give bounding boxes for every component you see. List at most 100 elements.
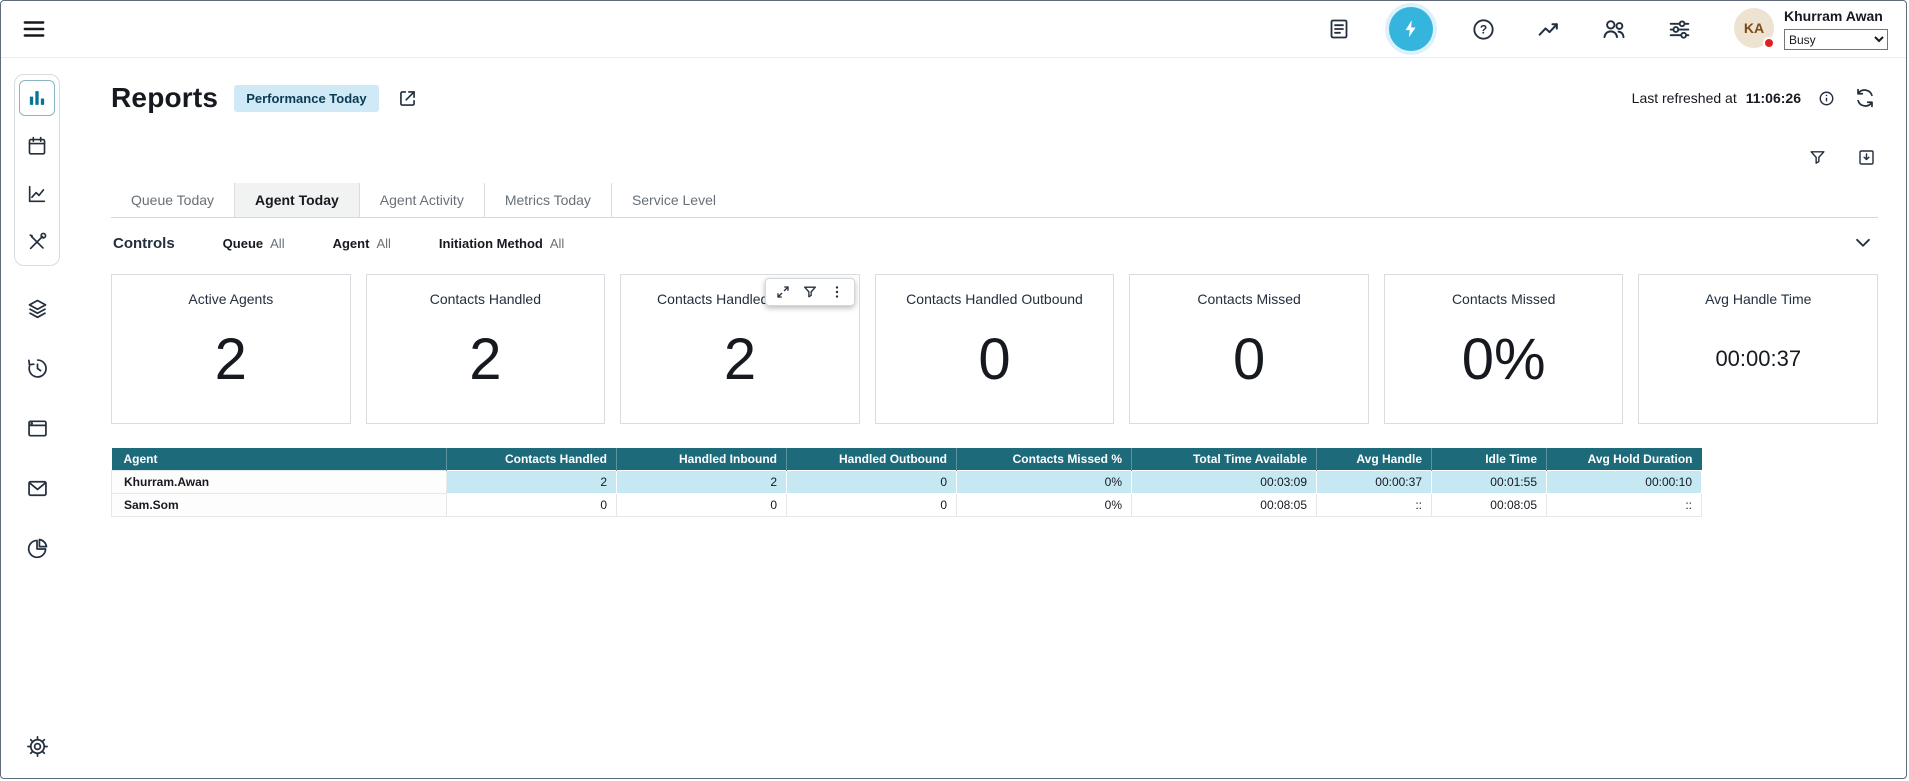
sidebar-item-reports[interactable] — [19, 80, 55, 116]
users-icon — [1601, 16, 1627, 42]
column-header-avg-hold-duration[interactable]: Avg Hold Duration — [1547, 448, 1702, 471]
kpi-value: 0 — [978, 307, 1010, 423]
directory-button[interactable] — [1599, 14, 1629, 44]
metrics-button[interactable] — [1534, 15, 1563, 44]
gear-icon — [26, 735, 49, 758]
column-header-idle-time[interactable]: Idle Time — [1432, 448, 1547, 471]
tab-agent-activity[interactable]: Agent Activity — [360, 183, 485, 217]
filter-value: All — [376, 236, 390, 251]
filter-value: All — [550, 236, 564, 251]
filter-queue[interactable]: Queue All — [223, 236, 285, 251]
kpi-label: Contacts Missed — [1189, 291, 1308, 307]
open-external-button[interactable] — [395, 86, 420, 111]
sidebar-item-dashboards[interactable] — [19, 530, 55, 566]
expand-card-button[interactable] — [771, 282, 795, 302]
kpi-card-contacts-handled-outbound[interactable]: Contacts Handled Outbound 0 — [875, 274, 1115, 424]
external-link-icon — [397, 88, 418, 109]
status-select[interactable]: Busy — [1784, 29, 1888, 50]
kpi-card-contacts-handled[interactable]: Contacts Handled 2 — [366, 274, 606, 424]
history-icon — [26, 357, 49, 380]
sidebar-item-mail[interactable] — [19, 470, 55, 506]
kpi-label: Contacts Missed — [1444, 291, 1563, 307]
info-button[interactable] — [1816, 88, 1837, 109]
kpi-value: 0% — [1462, 307, 1546, 423]
refresh-button[interactable] — [1852, 85, 1878, 111]
last-refreshed-time: 11:06:26 — [1746, 90, 1801, 106]
column-header-handled-inbound[interactable]: Handled Inbound — [617, 448, 787, 471]
notes-icon — [1327, 17, 1351, 41]
sidebar-item-historical-metrics[interactable] — [19, 176, 55, 212]
filter-agent[interactable]: Agent All — [333, 236, 391, 251]
sidebar-item-queues[interactable] — [19, 290, 55, 326]
kpi-card-contacts-missed[interactable]: Contacts Missed 0 — [1129, 274, 1369, 424]
card-filter-button[interactable] — [798, 282, 822, 302]
filter-funnel-icon — [802, 284, 818, 300]
tab-metrics-today[interactable]: Metrics Today — [485, 183, 612, 217]
sidebar-item-settings[interactable] — [19, 728, 55, 764]
last-refreshed-label: Last refreshed at — [1632, 90, 1737, 106]
sidebar-item-tools[interactable] — [19, 224, 55, 260]
kebab-menu-icon — [829, 284, 845, 300]
kpi-card-avg-handle-time[interactable]: Avg Handle Time 00:00:37 — [1638, 274, 1878, 424]
kpi-label: Active Agents — [180, 291, 281, 307]
column-header-handled-outbound[interactable]: Handled Outbound — [787, 448, 957, 471]
hamburger-menu-button[interactable] — [19, 14, 49, 44]
table-row[interactable]: Khurram.Awan 2 2 0 0% 00:03:09 00:00:37 … — [112, 471, 1702, 494]
topbar: ? KA Khurram Awan Busy — [1, 1, 1906, 58]
cell-agent: Sam.Som — [112, 494, 447, 517]
kpi-label: Avg Handle Time — [1697, 291, 1819, 307]
cell: 00:01:55 — [1432, 471, 1547, 494]
table-header-row: Agent Contacts Handled Handled Inbound H… — [112, 448, 1702, 471]
report-tabs: Queue Today Agent Today Agent Activity M… — [111, 183, 1878, 218]
tab-queue-today[interactable]: Queue Today — [111, 183, 235, 217]
notes-button[interactable] — [1325, 15, 1353, 43]
cell: 2 — [617, 471, 787, 494]
info-icon — [1818, 90, 1835, 107]
cell: 0 — [787, 471, 957, 494]
table-row[interactable]: Sam.Som 0 0 0 0% 00:08:05 :: 00:08:05 :: — [112, 494, 1702, 517]
calendar-icon — [26, 135, 48, 157]
sidebar-item-schedule[interactable] — [19, 128, 55, 164]
column-header-total-time-available[interactable]: Total Time Available — [1132, 448, 1317, 471]
sidebar-item-history[interactable] — [19, 350, 55, 386]
status-dot — [1763, 37, 1775, 49]
filter-name: Initiation Method — [439, 236, 543, 251]
kpi-card-contacts-handled-inbound[interactable]: Contacts Handled Inbound 2 — [620, 274, 860, 424]
bar-chart-icon — [26, 87, 48, 109]
filter-button[interactable] — [1806, 146, 1829, 169]
collapse-controls-button[interactable] — [1850, 230, 1876, 256]
cell: 00:08:05 — [1132, 494, 1317, 517]
filter-name: Queue — [223, 236, 263, 251]
column-header-contacts-missed-pct[interactable]: Contacts Missed % — [957, 448, 1132, 471]
topbar-actions: ? KA Khurram Awan Busy — [1325, 7, 1888, 51]
line-chart-icon — [1536, 17, 1561, 42]
cell: 00:03:09 — [1132, 471, 1317, 494]
column-header-avg-handle[interactable]: Avg Handle — [1317, 448, 1432, 471]
main-content: Reports Performance Today Last refreshed… — [73, 58, 1906, 778]
card-more-button[interactable] — [825, 282, 849, 302]
filter-initiation-method[interactable]: Initiation Method All — [439, 236, 564, 251]
tab-service-level[interactable]: Service Level — [612, 183, 736, 217]
realtime-flash-button[interactable] — [1389, 7, 1433, 51]
cell: :: — [1547, 494, 1702, 517]
kpi-card-contacts-missed-pct[interactable]: Contacts Missed 0% — [1384, 274, 1624, 424]
sidebar-analytics-group — [14, 74, 60, 266]
cell: 0 — [787, 494, 957, 517]
help-button[interactable]: ? — [1469, 15, 1498, 44]
column-header-agent[interactable]: Agent — [112, 448, 447, 471]
user-profile[interactable]: KA Khurram Awan Busy — [1734, 8, 1888, 50]
report-badge[interactable]: Performance Today — [234, 85, 378, 112]
cell: 00:08:05 — [1432, 494, 1547, 517]
settings-sliders-button[interactable] — [1665, 15, 1694, 44]
controls-bar: Controls Queue All Agent All Initiation … — [111, 218, 1878, 266]
export-button[interactable] — [1855, 146, 1878, 169]
kpi-row: Active Agents 2 Contacts Handled 2 Conta… — [111, 274, 1878, 424]
report-toolbar — [111, 146, 1878, 169]
column-header-contacts-handled[interactable]: Contacts Handled — [447, 448, 617, 471]
kpi-card-active-agents[interactable]: Active Agents 2 — [111, 274, 351, 424]
tab-agent-today[interactable]: Agent Today — [235, 183, 360, 217]
agent-table: Agent Contacts Handled Handled Inbound H… — [111, 448, 1702, 517]
app-window: ? KA Khurram Awan Busy — [0, 0, 1907, 779]
sidebar-item-workspace[interactable] — [19, 410, 55, 446]
cell: 0 — [447, 494, 617, 517]
